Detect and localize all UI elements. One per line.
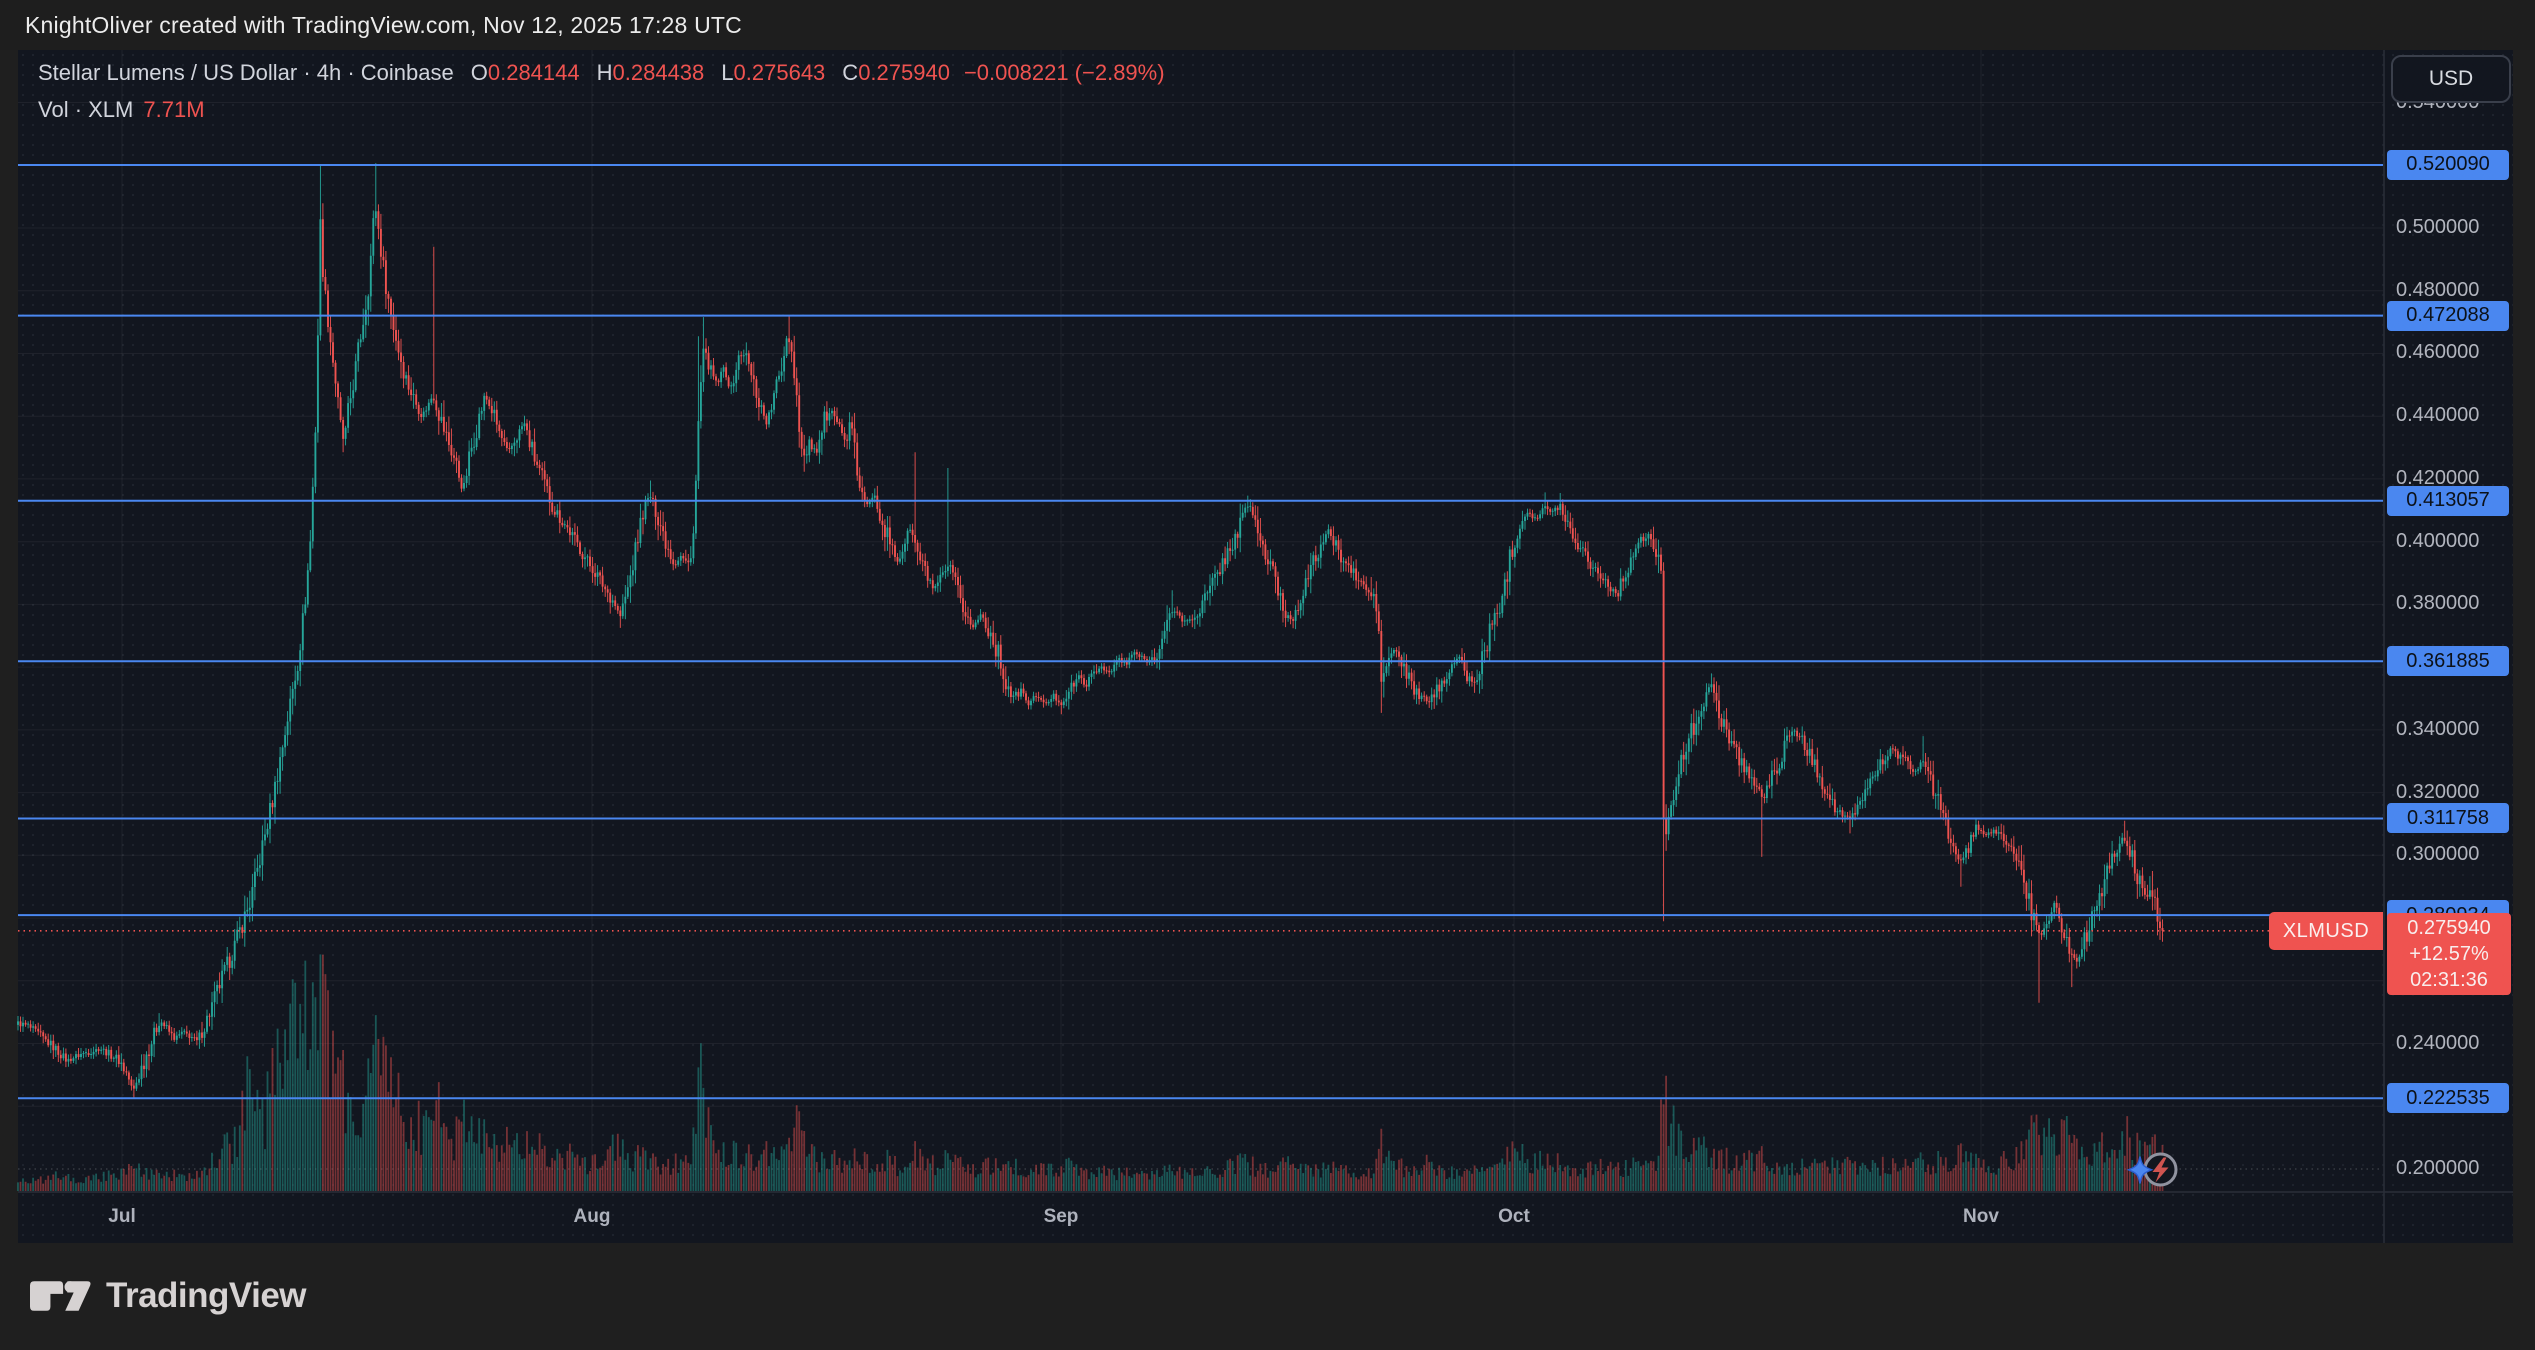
volume-label[interactable]: Vol · XLM	[38, 97, 133, 123]
chart-plot-area[interactable]	[0, 0, 2535, 1350]
legend-volume-row: Vol · XLM 7.71M	[38, 97, 1165, 134]
change-value: −0.008221 (−2.89%)	[964, 60, 1165, 86]
price-tick-label: 0.500000	[2396, 216, 2479, 239]
price-tick-label: 0.380000	[2396, 592, 2479, 615]
month-label-aug: Aug	[574, 1206, 611, 1228]
month-label-nov: Nov	[1963, 1206, 1999, 1228]
level-line-label[interactable]: 0.413057	[2387, 486, 2509, 516]
level-line-label[interactable]: 0.222535	[2387, 1083, 2509, 1113]
high-value: H0.284438	[597, 60, 705, 86]
price-tick-label: 0.480000	[2396, 279, 2479, 302]
current-price-value: 0.275940	[2407, 915, 2490, 941]
month-label-oct: Oct	[1498, 1206, 1530, 1228]
month-label-jul: Jul	[108, 1206, 135, 1228]
open-value: O0.284144	[471, 60, 580, 86]
price-tick-label: 0.400000	[2396, 530, 2479, 553]
legend-symbol-row: Stellar Lumens / US Dollar · 4h · Coinba…	[38, 60, 1165, 97]
currency-toggle-button[interactable]: USD	[2391, 55, 2511, 103]
low-value: L0.275643	[721, 60, 825, 86]
price-tick-label: 0.320000	[2396, 781, 2479, 804]
close-value: C0.275940	[842, 60, 950, 86]
month-label-sep: Sep	[1044, 1206, 1079, 1228]
price-tick-label: 0.440000	[2396, 404, 2479, 427]
volume-value: 7.71M	[143, 97, 204, 123]
tradingview-brand[interactable]: TradingView	[106, 1276, 306, 1316]
candle-countdown: 02:31:36	[2410, 967, 2488, 993]
price-tick-label: 0.200000	[2396, 1157, 2479, 1180]
level-line-label[interactable]: 0.361885	[2387, 646, 2509, 676]
tradingview-logo-icon[interactable]	[30, 1281, 92, 1311]
symbol-title[interactable]: Stellar Lumens / US Dollar · 4h · Coinba…	[38, 60, 454, 86]
price-tick-label: 0.340000	[2396, 718, 2479, 741]
chart-legend: Stellar Lumens / US Dollar · 4h · Coinba…	[38, 60, 1165, 134]
price-tick-label: 0.240000	[2396, 1032, 2479, 1055]
level-line-label[interactable]: 0.472088	[2387, 301, 2509, 331]
current-price-change: +12.57%	[2409, 941, 2489, 967]
level-line-label[interactable]: 0.311758	[2387, 803, 2509, 833]
level-line-label[interactable]: 0.520090	[2387, 150, 2509, 180]
price-tick-label: 0.460000	[2396, 341, 2479, 364]
footer-bar: TradingView	[30, 1276, 306, 1316]
current-price-label[interactable]: 0.275940 +12.57% 02:31:36	[2387, 913, 2511, 995]
price-tick-label: 0.300000	[2396, 843, 2479, 866]
symbol-price-tag[interactable]: XLMUSD	[2269, 912, 2383, 950]
